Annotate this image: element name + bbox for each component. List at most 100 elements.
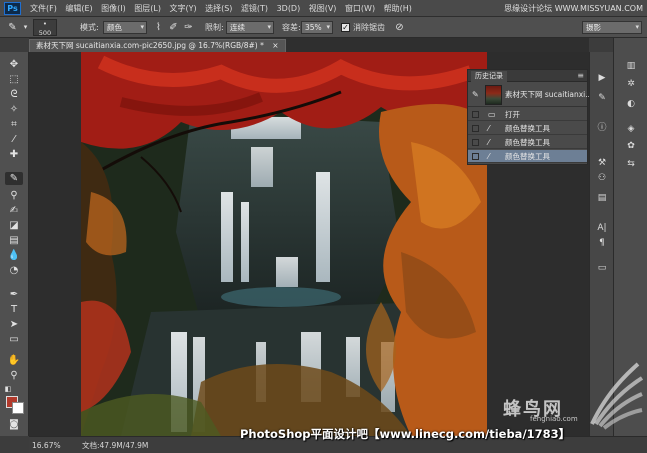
panel-menu-icon[interactable]: ≡ (577, 70, 584, 82)
menu-filter[interactable]: 滤镜(T) (241, 0, 277, 17)
tolerance-label: 容差: (282, 23, 301, 32)
document-size: 文档:47.9M/47.9M (82, 441, 149, 450)
history-row[interactable]: ▭ 打开 (468, 108, 587, 121)
type-tool-icon[interactable]: T (5, 303, 23, 316)
history-row[interactable]: ⁄ 颜色替换工具 (468, 136, 587, 149)
hand-tool-icon[interactable]: ✋ (5, 354, 23, 367)
mode-label: 模式: (80, 23, 99, 32)
zoom-level[interactable]: 16.67% (32, 440, 61, 451)
adjustments-icon[interactable]: ◐ (624, 98, 638, 110)
tolerance-field[interactable]: 35% (301, 21, 333, 34)
close-icon[interactable]: × (272, 41, 278, 50)
snapshot-thumbnail (485, 85, 502, 105)
paths-icon[interactable]: ⇆ (624, 158, 638, 170)
snapshot-label: 素材天下网 sucaitianxi... (505, 90, 593, 99)
clone-source-icon[interactable]: ⚇ (595, 172, 609, 184)
history-panel-icon[interactable]: ▶ (595, 72, 609, 84)
eraser-tool-icon[interactable]: ◪ (5, 219, 23, 232)
history-row-label: 颜色替换工具 (505, 124, 550, 133)
document-icon: ▭ (488, 110, 496, 119)
crop-tool-icon[interactable]: ⌗ (5, 118, 23, 131)
brush-dot-icon: • (42, 20, 48, 28)
shape-tool-icon[interactable]: ▭ (5, 333, 23, 346)
brush-icon: ⁄ (488, 152, 490, 161)
menu-file[interactable]: 文件(F) (30, 0, 65, 17)
timeline-panel-icon[interactable]: ▭ (595, 262, 609, 274)
document-tab[interactable]: 素材天下网 sucaitianxia.com-pic2650.jpg @ 16.… (29, 39, 286, 52)
menu-layer[interactable]: 图层(L) (134, 0, 169, 17)
path-select-tool-icon[interactable]: ➤ (5, 318, 23, 331)
history-panel: 历史记录 ≡ ✎ 素材天下网 sucaitianxi... ▭ 打开 ⁄ 颜色替… (467, 69, 592, 165)
info-panel-icon[interactable]: ⓘ (595, 122, 609, 134)
mode-select[interactable]: 颜色 (103, 21, 147, 34)
sampling-background-icon[interactable]: ✑ (182, 21, 195, 34)
paragraph-style-icon[interactable]: ▤ (595, 192, 609, 204)
quick-select-tool-icon[interactable]: ✧ (5, 103, 23, 116)
history-tab[interactable]: 历史记录 (471, 71, 507, 82)
dodge-tool-icon[interactable]: ◔ (5, 264, 23, 277)
brush-size-picker[interactable]: • 500 (33, 19, 57, 37)
document-tab-title: 素材天下网 sucaitianxia.com-pic2650.jpg @ 16.… (36, 41, 264, 50)
history-row-label: 颜色替换工具 (505, 152, 550, 161)
menu-image[interactable]: 图像(I) (101, 0, 134, 17)
tools-panel: ✥ ⬚ ᘓ ✧ ⌗ ⁄ ✚ ✎ ⚲ ✍ ◪ ▤ 💧 ◔ ✒ T ➤ ▭ ✋ ⚲ … (0, 52, 29, 436)
gradient-tool-icon[interactable]: ▤ (5, 234, 23, 247)
history-row[interactable]: ⁄ 颜色替换工具 (468, 122, 587, 135)
brush-icon: ⁄ (488, 138, 490, 147)
sampling-once-icon[interactable]: ✐ (167, 21, 180, 34)
photoshop-logo: Ps (4, 2, 21, 15)
document-tab-bar: 素材天下网 sucaitianxia.com-pic2650.jpg @ 16.… (29, 38, 589, 52)
navigator-icon[interactable]: ✲ (624, 78, 638, 90)
lasso-tool-icon[interactable]: ᘓ (5, 88, 23, 101)
menu-3d[interactable]: 3D(D) (277, 0, 309, 17)
menu-view[interactable]: 视图(V) (309, 0, 345, 17)
spot-heal-tool-icon[interactable]: ✚ (5, 148, 23, 161)
marquee-tool-icon[interactable]: ⬚ (5, 73, 23, 86)
chevron-down-icon[interactable]: ▾ (19, 21, 32, 34)
feather-logo-icon (590, 362, 644, 430)
layers-icon[interactable]: ◈ (624, 123, 638, 135)
canvas-area[interactable]: 历史记录 ≡ ✎ 素材天下网 sucaitianxi... ▭ 打开 ⁄ 颜色替… (29, 52, 592, 436)
menu-type[interactable]: 文字(Y) (169, 0, 205, 17)
default-colors-icon[interactable]: ◧ (3, 383, 13, 396)
channels-icon[interactable]: ✿ (624, 140, 638, 152)
eyedropper-tool-icon[interactable]: ⁄ (5, 133, 23, 146)
pressure-size-icon[interactable]: ⊘ (393, 21, 406, 34)
brush-panel-icon[interactable]: ✎ (595, 92, 609, 104)
move-tool-icon[interactable]: ✥ (5, 58, 23, 71)
clone-stamp-tool-icon[interactable]: ⚲ (5, 189, 23, 202)
brand-url-watermark: fengniao.com (530, 415, 578, 423)
history-snapshot[interactable]: ✎ 素材天下网 sucaitianxi... (468, 83, 592, 107)
zoom-tool-icon[interactable]: ⚲ (5, 369, 23, 382)
workspace-select[interactable]: 摄影 (582, 21, 642, 34)
menu-items: 文件(F) 编辑(E) 图像(I) 图层(L) 文字(Y) 选择(S) 滤镜(T… (30, 0, 420, 17)
waterfall-photo[interactable] (81, 52, 487, 436)
history-row-selected[interactable]: ⁄ 颜色替换工具 (468, 150, 587, 163)
pen-tool-icon[interactable]: ✒ (5, 288, 23, 301)
history-brush-tool-icon[interactable]: ✍ (5, 204, 23, 217)
quick-mask-icon[interactable]: ◙ (5, 418, 23, 431)
blur-tool-icon[interactable]: 💧 (5, 249, 23, 262)
antialias-checkbox[interactable]: ✓ (341, 23, 350, 32)
menu-window[interactable]: 窗口(W) (345, 0, 384, 17)
history-source-checkbox[interactable] (472, 153, 479, 160)
menu-help[interactable]: 帮助(H) (384, 0, 421, 17)
history-source-checkbox[interactable] (472, 139, 479, 146)
antialias-label: 消除锯齿 (353, 23, 385, 32)
history-source-checkbox[interactable] (472, 125, 479, 132)
color-replace-tool-preset-icon[interactable]: ✎ (6, 21, 19, 34)
limits-label: 限制: (205, 23, 224, 32)
brush-size-value: 500 (38, 29, 52, 37)
color-replacement-tool-icon[interactable]: ✎ (5, 172, 23, 185)
histogram-icon[interactable]: ▥ (624, 60, 638, 72)
limits-select[interactable]: 连续 (226, 21, 274, 34)
menu-select[interactable]: 选择(S) (205, 0, 241, 17)
character-panel-icon[interactable]: A| (595, 222, 609, 234)
tool-presets-icon[interactable]: ⚒ (595, 157, 609, 169)
sampling-continuous-icon[interactable]: ⌇ (152, 21, 165, 34)
history-source-checkbox[interactable] (472, 111, 479, 118)
background-color-swatch[interactable] (12, 402, 24, 414)
menu-edit[interactable]: 编辑(E) (65, 0, 101, 17)
brush-source-icon[interactable]: ✎ (472, 88, 479, 101)
paragraph-panel-icon[interactable]: ¶ (595, 237, 609, 249)
